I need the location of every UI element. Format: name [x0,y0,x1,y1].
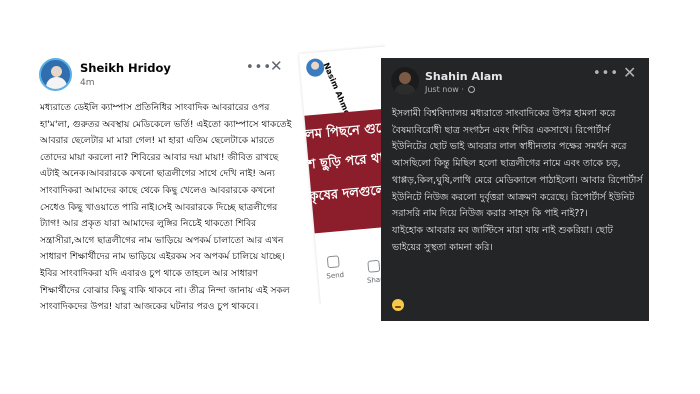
globe-icon [468,86,476,93]
close-icon[interactable]: ✕ [623,63,636,82]
post-time-row[interactable]: Just now · [425,85,476,94]
more-horizontal-icon[interactable]: ••• [246,60,272,75]
post-text: মধ্যরাতে ডেইলি ক্যাম্পাস প্রতিনিধির সাংব… [40,103,292,313]
post-image[interactable]: কলম পিছনে গুজে শে ছুড়ি পরে থাক কৃষের দল… [295,107,385,234]
author-name[interactable]: Shahin Alam [425,70,503,83]
post-text: ইসলামী বিশ্ববিদ্যালয় মধ্যরাতে সাংবাদিকে… [392,108,643,253]
share-icon [367,259,381,273]
image-text-line-3: কৃষের দলগুলো। [308,182,385,205]
post-left: Sheikh Hridoy 4m ••• ✕ মধ্যরাতে ডেইলি ক্… [30,52,298,320]
avatar[interactable] [391,67,419,95]
post-time: Just now [425,85,459,94]
sad-face-icon[interactable] [392,299,404,311]
post-time[interactable]: 4m [80,78,95,88]
image-text-line-2: শে ছুড়ি পরে থাক [302,150,385,174]
post-actions: Send Share [316,241,385,304]
post-middle: Nasim Ahmed Joy কলম পিছনে গুজে শে ছুড়ি … [285,42,385,304]
close-icon[interactable]: ✕ [270,57,283,75]
send-icon [326,255,340,269]
author-name[interactable]: Sheikh Hridoy [80,61,171,75]
send-button[interactable]: Send [326,271,344,281]
shared-post-card[interactable]: Nasim Ahmed Joy কলম পিছনে গুজে শে ছুড়ি … [295,45,385,304]
post-right: Shahin Alam Just now · ••• ✕ ইসলামী বিশ্… [381,58,649,321]
avatar[interactable] [39,58,72,91]
more-horizontal-icon[interactable]: ••• [593,66,619,81]
image-text-line-1: কলম পিছনে গুজে [295,120,385,144]
